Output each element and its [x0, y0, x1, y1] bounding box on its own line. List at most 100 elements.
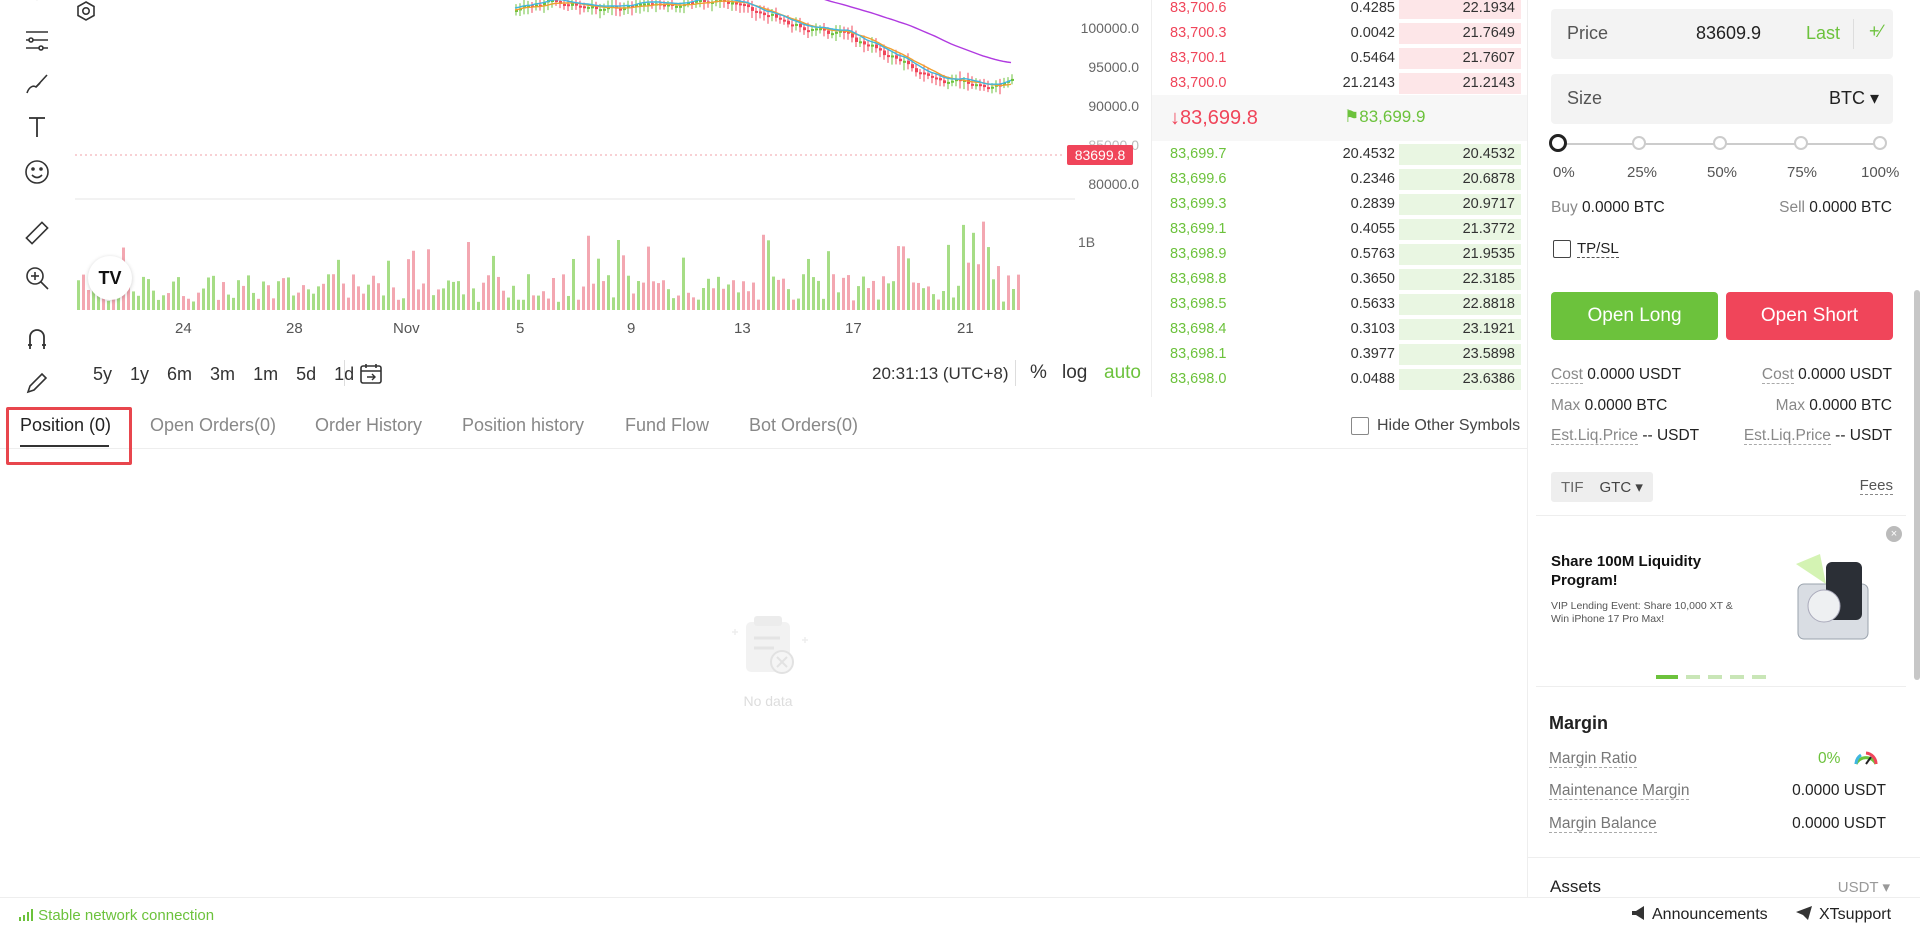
tab-fund-flow[interactable]: Fund Flow — [625, 415, 709, 436]
ask-row[interactable]: 83,700.1 0.5464 21.7607 — [1152, 46, 1527, 71]
ask-row[interactable]: 83,700.0 21.2143 21.2143 — [1152, 71, 1527, 96]
close-icon[interactable]: × — [1886, 526, 1902, 542]
slider-mark[interactable] — [1794, 136, 1808, 150]
bid-row[interactable]: 83,699.1 0.4055 21.3772 — [1152, 217, 1527, 242]
indicator-lines-icon[interactable] — [20, 22, 54, 56]
bid-row[interactable]: 83,699.3 0.2839 20.9717 — [1152, 192, 1527, 217]
bid-row[interactable]: 83,699.7 20.4532 20.4532 — [1152, 142, 1527, 167]
open-long-button[interactable]: Open Long — [1551, 292, 1718, 340]
bid-row[interactable]: 83,698.1 0.3977 23.5898 — [1152, 342, 1527, 367]
pager-dot[interactable] — [1656, 675, 1678, 679]
volume-bar — [592, 283, 595, 310]
volume-bar — [832, 274, 835, 310]
volume-bar — [857, 286, 860, 310]
range-6m[interactable]: 6m — [167, 364, 192, 385]
size-field[interactable]: Size BTC ▾ — [1551, 74, 1893, 124]
zoom-in-icon[interactable] — [20, 261, 54, 295]
candle-body — [943, 80, 946, 84]
bid-row[interactable]: 83,698.0 0.0488 23.6386 — [1152, 367, 1527, 392]
candle-body — [583, 6, 586, 9]
panel-scrollbar[interactable] — [1914, 290, 1920, 680]
gift-box-illustration — [1796, 554, 1869, 640]
pager-dot[interactable] — [1752, 675, 1766, 679]
volume-bar — [312, 293, 315, 310]
tab-position-history[interactable]: Position history — [462, 415, 584, 436]
bid-amount: 0.0488 — [1350, 371, 1395, 387]
tab-open-orders[interactable]: Open Orders(0) — [150, 415, 276, 436]
last-price[interactable]: ↓83,699.8 — [1170, 107, 1258, 130]
price-input[interactable]: 83609.9 — [1696, 23, 1761, 44]
volume-bar — [257, 298, 260, 310]
size-unit-select[interactable]: BTC ▾ — [1829, 88, 1879, 109]
volume-bar — [692, 297, 695, 310]
chevron-down-icon[interactable] — [20, 0, 54, 20]
log-toggle[interactable]: log — [1062, 362, 1087, 384]
hide-other-checkbox[interactable] — [1351, 417, 1369, 435]
size-slider[interactable] — [1549, 134, 1887, 152]
candle-body — [799, 23, 802, 28]
tif-value[interactable]: GTC ▾ — [1600, 478, 1643, 496]
positions-tabs: Position (0) Open Orders(0) Order Histor… — [0, 397, 1527, 449]
pencil-lock-icon[interactable] — [20, 366, 54, 400]
range-1y[interactable]: 1y — [130, 364, 149, 385]
emoji-icon[interactable] — [20, 155, 54, 189]
bid-total: 23.5898 — [1462, 346, 1515, 362]
slider-mark[interactable] — [1873, 136, 1887, 150]
volume-bar — [687, 292, 690, 310]
slider-mark[interactable] — [1632, 136, 1646, 150]
candle-body — [751, 7, 754, 11]
hide-other-symbols[interactable]: Hide Other Symbols — [1351, 417, 1520, 435]
slider-handle[interactable] — [1549, 134, 1567, 152]
tpsl-label[interactable]: TP/SL — [1577, 240, 1619, 258]
fees-link[interactable]: Fees — [1859, 477, 1893, 495]
range-5y[interactable]: 5y — [93, 364, 112, 385]
assets-unit-select[interactable]: USDT ▾ — [1838, 878, 1890, 896]
text-icon[interactable] — [20, 110, 54, 144]
volume-bar — [167, 293, 170, 310]
calendar-goto-icon[interactable] — [358, 361, 384, 387]
tpsl-checkbox[interactable] — [1553, 240, 1571, 258]
auto-toggle[interactable]: auto — [1104, 362, 1141, 384]
promo-banner[interactable]: Share 100M Liquidity Program! VIP Lendin… — [1536, 515, 1906, 687]
bid-row[interactable]: 83,698.8 0.3650 22.3185 — [1152, 267, 1527, 292]
tab-order-history[interactable]: Order History — [315, 415, 422, 436]
bid-row[interactable]: 83,698.9 0.5763 21.9535 — [1152, 242, 1527, 267]
pager-dot[interactable] — [1686, 675, 1700, 679]
price-field[interactable]: Price 83609.9 Last +∕ — [1551, 9, 1893, 59]
bid-row[interactable]: 83,698.4 0.3103 23.1921 — [1152, 317, 1527, 342]
chart-canvas[interactable] — [75, 0, 1152, 360]
announcements-link[interactable]: Announcements — [1630, 905, 1768, 924]
chart-settings-icon[interactable] — [75, 0, 97, 22]
magnet-icon[interactable] — [20, 322, 54, 356]
bid-row[interactable]: 83,699.6 0.2346 20.6878 — [1152, 167, 1527, 192]
volume-bar — [87, 289, 90, 310]
bid-row[interactable]: 83,698.5 0.5633 22.8818 — [1152, 292, 1527, 317]
slider-mark[interactable] — [1713, 136, 1727, 150]
banner-pager[interactable] — [1656, 675, 1766, 679]
percent-toggle[interactable]: % — [1030, 362, 1047, 384]
range-5d[interactable]: 5d — [296, 364, 316, 385]
support-link[interactable]: XTsupport — [1795, 905, 1891, 924]
brush-icon[interactable] — [20, 66, 54, 100]
pager-dot[interactable] — [1708, 675, 1722, 679]
open-short-button[interactable]: Open Short — [1726, 292, 1893, 340]
range-3m[interactable]: 3m — [210, 364, 235, 385]
price-chart[interactable]: 100000.0 95000.0 90000.0 85000.0 80000.0… — [75, 0, 1152, 397]
margin-ratio-value: 0% — [1818, 750, 1841, 767]
price-adjust-icon[interactable]: +∕ — [1869, 21, 1883, 42]
volume-bar — [847, 275, 850, 310]
chart-clock[interactable]: 20:31:13 (UTC+8) — [872, 364, 1009, 384]
last-price-button[interactable]: Last — [1806, 23, 1840, 44]
volume-bar — [647, 246, 650, 310]
bid-amount: 20.4532 — [1342, 146, 1395, 162]
tradingview-logo[interactable]: TV — [88, 256, 132, 300]
range-1m[interactable]: 1m — [253, 364, 278, 385]
pager-dot[interactable] — [1730, 675, 1744, 679]
ruler-icon[interactable] — [20, 216, 54, 250]
ask-row[interactable]: 83,700.6 0.4285 22.1934 — [1152, 0, 1527, 21]
tif-select[interactable]: TIF GTC ▾ — [1551, 472, 1653, 502]
ask-row[interactable]: 83,700.3 0.0042 21.7649 — [1152, 21, 1527, 46]
ask-price: 83,700.1 — [1170, 50, 1227, 66]
volume-bar — [617, 239, 620, 310]
tab-bot-orders[interactable]: Bot Orders(0) — [749, 415, 858, 436]
